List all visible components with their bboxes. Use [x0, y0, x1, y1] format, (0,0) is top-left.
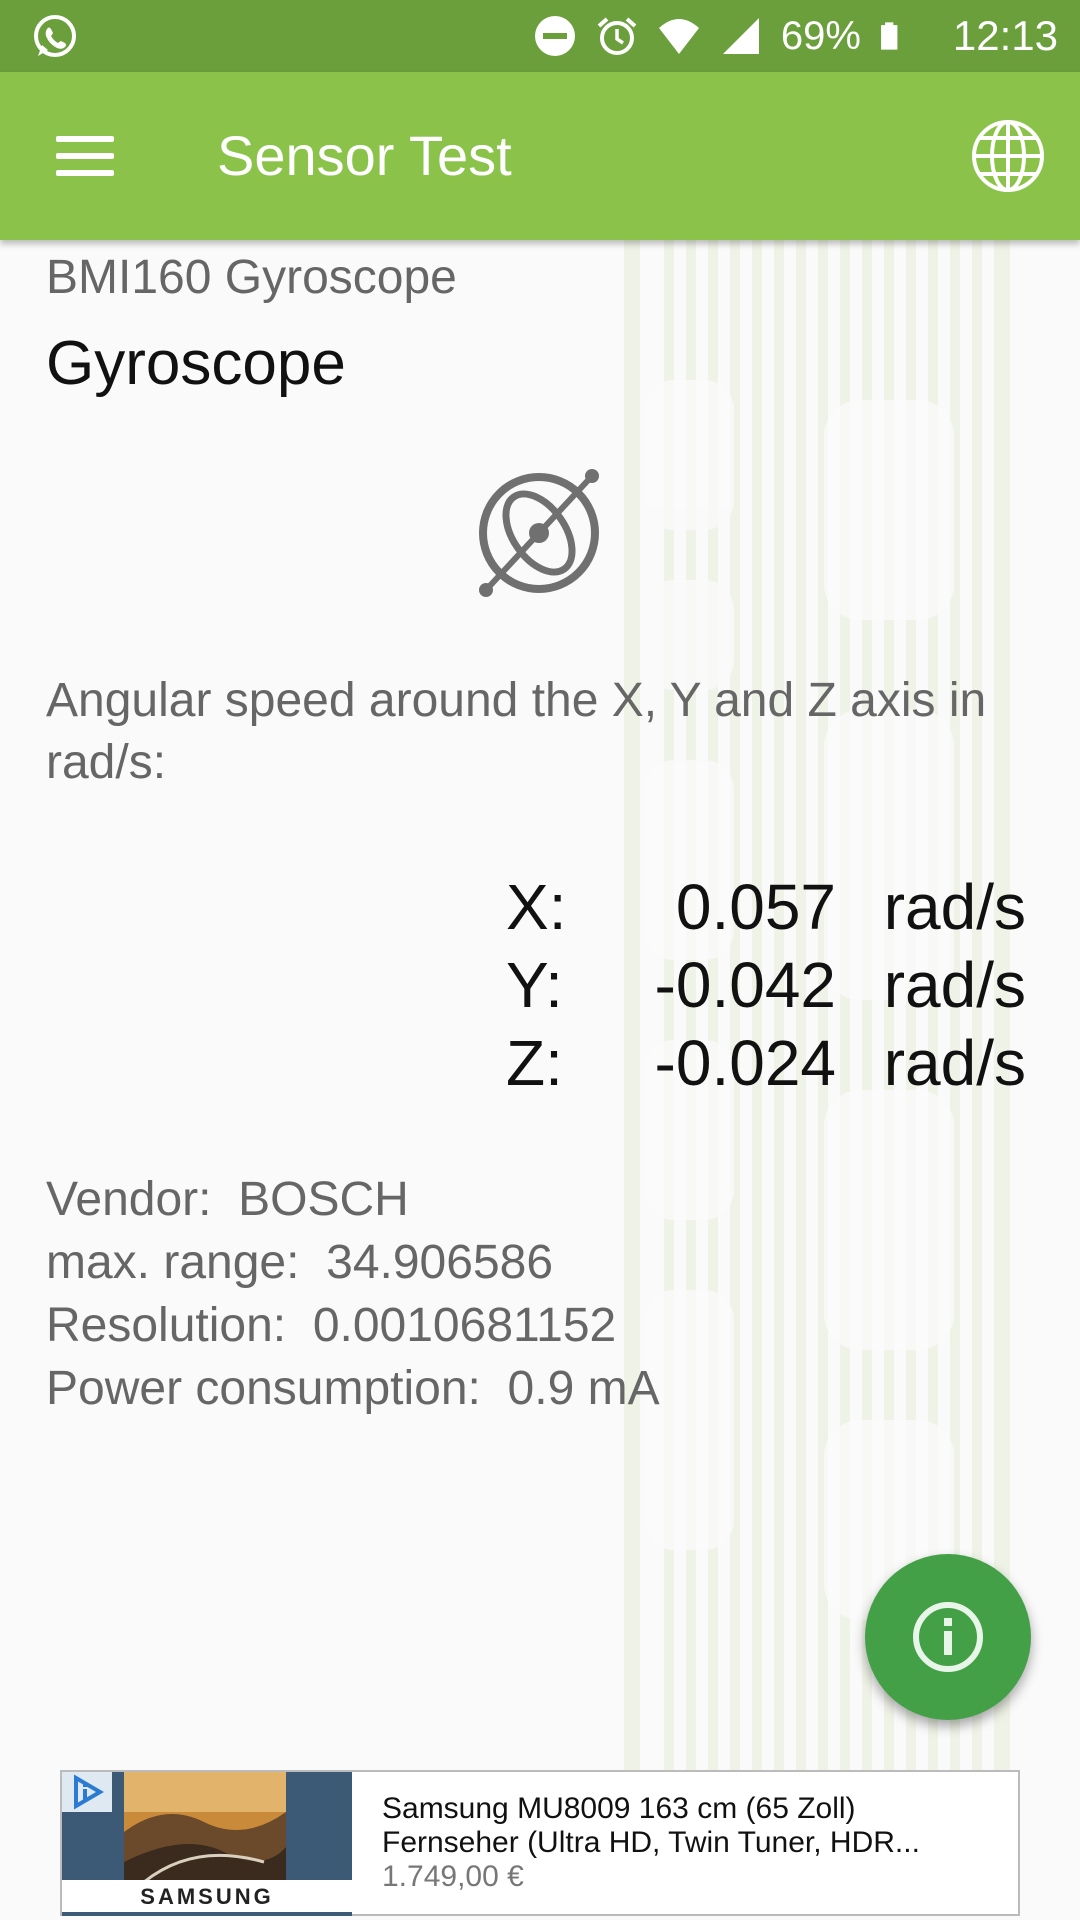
readings-table: X: 0.057 rad/s Y: -0.042 rad/s Z: -0.024…: [506, 870, 1026, 1104]
info-button[interactable]: [865, 1554, 1031, 1720]
sensor-specs: Vendor: BOSCH max. range: 34.906586 Reso…: [46, 1168, 660, 1420]
ad-text: Samsung MU8009 163 cm (65 Zoll) Fernsehe…: [382, 1792, 1002, 1894]
gyroscope-icon: [479, 469, 599, 597]
reading-z: Z: -0.024 rad/s: [506, 1026, 1026, 1104]
ad-landscape-image: [124, 1772, 286, 1888]
menu-button[interactable]: [40, 118, 130, 194]
hamburger-menu-icon: [56, 136, 114, 176]
app-bar: Sensor Test: [0, 72, 1080, 240]
do-not-disturb-icon: [534, 16, 575, 56]
battery-icon: [880, 22, 898, 50]
axis-label: Y:: [506, 949, 563, 1021]
ad-banner[interactable]: SAMSUNG Samsung MU8009 163 cm (65 Zoll) …: [60, 1770, 1020, 1916]
wifi-icon: [658, 19, 699, 54]
axis-unit: rad/s: [883, 871, 1026, 943]
status-bar: 69% 12:13: [0, 0, 1080, 72]
spec-vendor: Vendor: BOSCH: [46, 1173, 409, 1226]
whatsapp-icon: [34, 15, 76, 57]
sensor-description: Angular speed around the X, Y and Z axis…: [46, 674, 987, 789]
globe-icon[interactable]: [968, 116, 1048, 196]
alarm-icon: [597, 17, 637, 55]
ad-choices-icon[interactable]: [62, 1772, 112, 1812]
axis-label: Z:: [506, 1027, 563, 1099]
axis-value: 0.057: [675, 871, 836, 943]
battery-percent: 69%: [780, 13, 861, 58]
reading-x: X: 0.057 rad/s: [506, 870, 1026, 948]
ad-title-line-2: Fernseher (Ultra HD, Twin Tuner, HDR...: [382, 1826, 920, 1859]
spec-max-range: max. range: 34.906586: [46, 1236, 554, 1289]
axis-value: -0.024: [654, 1027, 836, 1099]
ad-image: SAMSUNG: [62, 1772, 352, 1916]
axis-value: -0.042: [654, 949, 836, 1021]
axis-unit: rad/s: [883, 949, 1026, 1021]
axis-label: X:: [506, 871, 567, 943]
info-icon: [913, 1602, 983, 1672]
clock: 12:13: [952, 12, 1058, 59]
ad-price: 1.749,00 €: [382, 1860, 524, 1893]
ad-title-line-1: Samsung MU8009 163 cm (65 Zoll): [382, 1792, 856, 1825]
spec-power: Power consumption: 0.9 mA: [46, 1362, 660, 1415]
axis-unit: rad/s: [883, 1027, 1026, 1099]
spec-resolution: Resolution: 0.0010681152: [46, 1299, 617, 1352]
reading-y: Y: -0.042 rad/s: [506, 948, 1026, 1026]
app-title: Sensor Test: [217, 124, 512, 187]
signal-icon: [722, 18, 759, 54]
sensor-type: Gyroscope: [46, 329, 346, 398]
sensor-name: BMI160 Gyroscope: [46, 251, 457, 304]
ad-brand: SAMSUNG: [62, 1880, 352, 1912]
